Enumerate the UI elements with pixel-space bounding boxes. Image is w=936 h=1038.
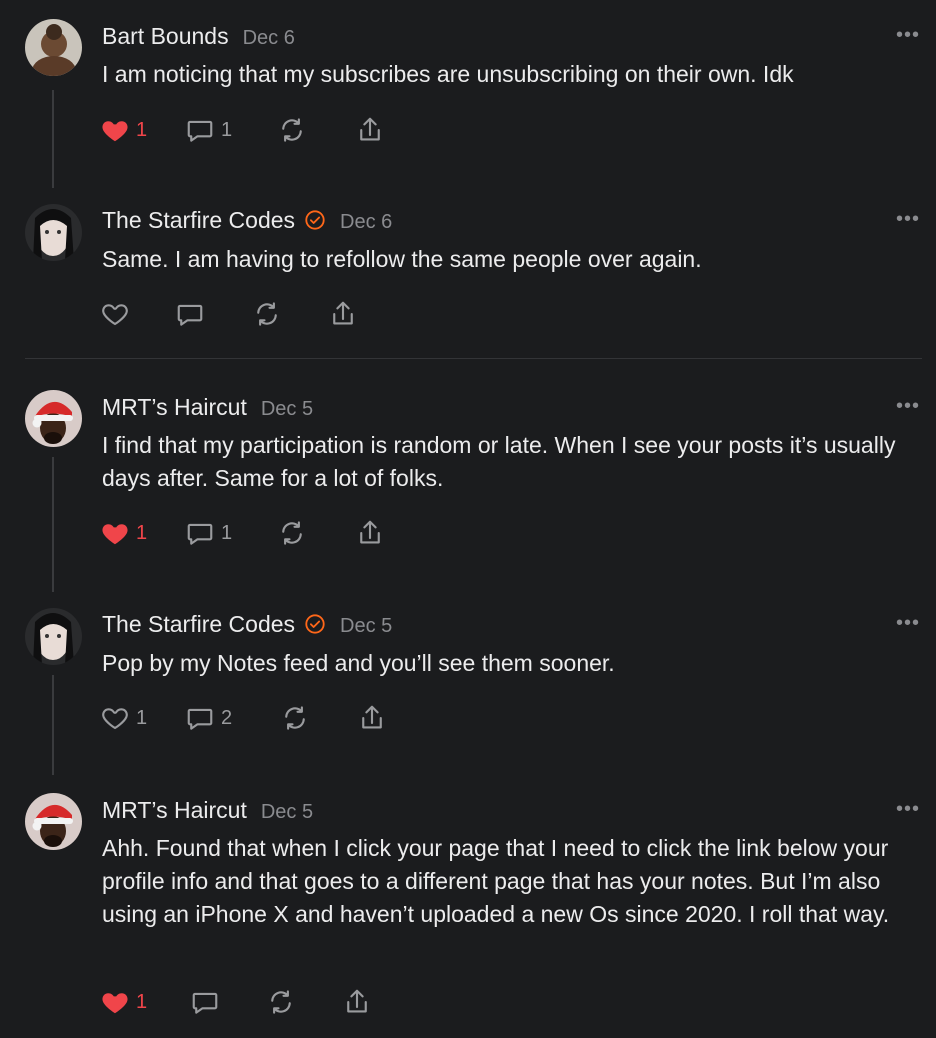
restack-icon — [257, 302, 277, 326]
note-date: Dec 5 — [260, 398, 314, 420]
note-text: Ahh. Found that when I click your page t… — [102, 835, 890, 927]
comment-button[interactable]: 2 — [185, 701, 232, 735]
thread-line — [52, 90, 54, 188]
like-count: 1 — [136, 706, 148, 729]
comment-count: 1 — [221, 118, 233, 141]
more-options-icon[interactable]: ••• — [896, 25, 920, 45]
restack-button[interactable] — [266, 985, 296, 1019]
note-text: Same. I am having to refollow the same p… — [102, 246, 702, 272]
restack-icon — [282, 118, 302, 142]
comment-count: 1 — [221, 521, 233, 544]
share-icon — [362, 705, 382, 729]
note-text: I find that my participation is random o… — [102, 432, 896, 491]
comment-button[interactable]: 1 — [185, 113, 232, 147]
thread-divider — [25, 358, 922, 359]
verified-badge-icon — [305, 210, 325, 230]
like-button[interactable]: 1 — [100, 516, 147, 550]
share-icon — [360, 117, 380, 141]
like-count: 1 — [136, 521, 148, 544]
share-icon — [333, 301, 353, 325]
author-name[interactable]: MRT’s Haircut Dec 5 — [102, 797, 313, 824]
like-count: 1 — [136, 118, 148, 141]
more-options-icon[interactable]: ••• — [896, 396, 920, 416]
restack-button[interactable] — [277, 516, 307, 550]
avatar[interactable] — [25, 793, 82, 850]
restack-button[interactable] — [280, 701, 310, 735]
restack-icon — [285, 706, 305, 730]
note-text: I am noticing that my subscribes are uns… — [102, 61, 794, 87]
restack-icon — [282, 521, 302, 545]
author-name[interactable]: The Starfire Codes Dec 6 — [102, 207, 392, 234]
comment-icon — [187, 120, 213, 142]
avatar[interactable] — [25, 19, 82, 76]
restack-button[interactable] — [277, 113, 307, 147]
comment-count: 2 — [221, 706, 233, 729]
like-button[interactable]: 1 — [100, 985, 147, 1019]
share-button[interactable] — [355, 113, 385, 147]
avatar[interactable] — [25, 390, 82, 447]
comment-icon — [192, 992, 218, 1014]
comment-icon — [177, 304, 203, 326]
like-count: 1 — [136, 990, 148, 1013]
avatar[interactable] — [25, 608, 82, 665]
share-button[interactable] — [355, 516, 385, 550]
like-button[interactable]: 1 — [100, 701, 147, 735]
author-name[interactable]: Bart Bounds Dec 6 — [102, 23, 295, 50]
note-date: Dec 5 — [340, 615, 393, 637]
like-button[interactable]: 1 — [100, 113, 147, 147]
share-icon — [347, 989, 367, 1013]
heart-icon — [102, 304, 128, 326]
comment-icon — [187, 708, 213, 730]
share-button[interactable] — [328, 297, 358, 331]
restack-button[interactable] — [252, 297, 282, 331]
comment-button[interactable] — [175, 297, 205, 331]
thread-line — [52, 457, 54, 592]
like-button[interactable] — [100, 297, 130, 331]
author-name[interactable]: The Starfire Codes Dec 5 — [102, 611, 392, 638]
verified-badge-icon — [305, 614, 325, 634]
author-name[interactable]: MRT’s Haircut Dec 5 — [102, 394, 313, 421]
share-button[interactable] — [342, 985, 372, 1019]
more-options-icon[interactable]: ••• — [896, 613, 920, 633]
heart-icon — [102, 121, 128, 142]
more-options-icon[interactable]: ••• — [896, 209, 920, 229]
heart-icon — [102, 708, 128, 730]
note-text: Pop by my Notes feed and you’ll see them… — [102, 650, 615, 676]
share-icon — [360, 520, 380, 544]
thread-line — [52, 675, 54, 775]
comment-button[interactable] — [190, 985, 220, 1019]
comment-icon — [187, 523, 213, 545]
restack-icon — [271, 990, 291, 1014]
heart-icon — [102, 524, 128, 545]
comment-button[interactable]: 1 — [185, 516, 232, 550]
note-date: Dec 5 — [260, 801, 314, 823]
heart-icon — [102, 993, 128, 1014]
note-date: Dec 6 — [242, 27, 295, 49]
avatar[interactable] — [25, 204, 82, 261]
share-button[interactable] — [357, 701, 387, 735]
note-date: Dec 6 — [340, 211, 393, 233]
more-options-icon[interactable]: ••• — [896, 799, 920, 819]
